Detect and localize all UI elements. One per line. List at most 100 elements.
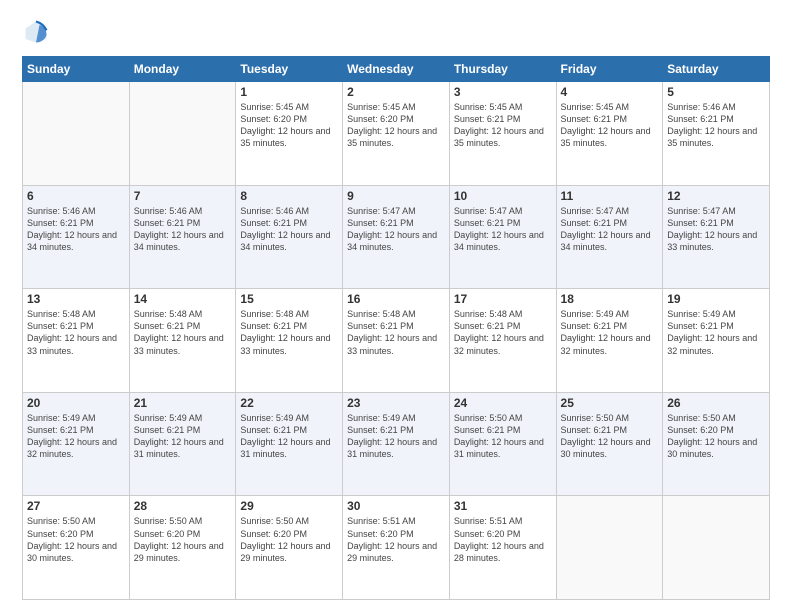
calendar-cell: 28Sunrise: 5:50 AM Sunset: 6:20 PM Dayli… — [129, 496, 236, 600]
calendar-cell — [129, 82, 236, 186]
calendar-cell: 12 Sunrise: 5:47 AM Sunset: 6:21 PM Dayli… — [663, 185, 770, 289]
day-info: Sunrise: 5:50 AM Sunset: 6:21 PM Dayligh… — [561, 412, 659, 461]
calendar-cell: 24 Sunrise: 5:50 AM Sunset: 6:21 PM Dayli… — [449, 392, 556, 496]
day-info: Sunrise: 5:50 AM Sunset: 6:20 PM Dayligh… — [27, 515, 125, 564]
calendar-dow-saturday: Saturday — [663, 57, 770, 82]
calendar-cell: 23 Sunrise: 5:49 AM Sunset: 6:21 PM Dayli… — [343, 392, 450, 496]
day-info: Sunrise: 5:47 AM Sunset: 6:21 PM Dayligh… — [454, 205, 552, 254]
calendar-cell: 26 Sunrise: 5:50 AM Sunset: 6:20 PM Dayli… — [663, 392, 770, 496]
day-number: 9 — [347, 189, 445, 203]
calendar-cell: 21 Sunrise: 5:49 AM Sunset: 6:21 PM Dayli… — [129, 392, 236, 496]
day-info: Sunrise: 5:49 AM Sunset: 6:21 PM Dayligh… — [240, 412, 338, 461]
day-info: Sunrise: 5:51 AM Sunset: 6:20 PM Dayligh… — [347, 515, 445, 564]
day-info: Sunrise: 5:45 AM Sunset: 6:21 PM Dayligh… — [561, 101, 659, 150]
day-info: Sunrise: 5:48 AM Sunset: 6:21 PM Dayligh… — [27, 308, 125, 357]
day-number: 30 — [347, 499, 445, 513]
calendar-cell: 11Sunrise: 5:47 AM Sunset: 6:21 PM Dayli… — [556, 185, 663, 289]
day-info: Sunrise: 5:45 AM Sunset: 6:20 PM Dayligh… — [240, 101, 338, 150]
day-number: 12 — [667, 189, 765, 203]
day-number: 26 — [667, 396, 765, 410]
day-number: 29 — [240, 499, 338, 513]
calendar-cell: 10 Sunrise: 5:47 AM Sunset: 6:21 PM Dayli… — [449, 185, 556, 289]
day-number: 10 — [454, 189, 552, 203]
calendar-dow-wednesday: Wednesday — [343, 57, 450, 82]
header — [22, 18, 770, 46]
day-info: Sunrise: 5:47 AM Sunset: 6:21 PM Dayligh… — [667, 205, 765, 254]
calendar-cell: 14 Sunrise: 5:48 AM Sunset: 6:21 PM Dayli… — [129, 289, 236, 393]
calendar-cell: 25 Sunrise: 5:50 AM Sunset: 6:21 PM Dayli… — [556, 392, 663, 496]
day-info: Sunrise: 5:49 AM Sunset: 6:21 PM Dayligh… — [347, 412, 445, 461]
general-blue-icon — [22, 18, 50, 46]
day-info: Sunrise: 5:49 AM Sunset: 6:21 PM Dayligh… — [667, 308, 765, 357]
calendar-cell: 30 Sunrise: 5:51 AM Sunset: 6:20 PM Dayli… — [343, 496, 450, 600]
day-info: Sunrise: 5:47 AM Sunset: 6:21 PM Dayligh… — [347, 205, 445, 254]
calendar-cell — [663, 496, 770, 600]
day-info: Sunrise: 5:50 AM Sunset: 6:20 PM Dayligh… — [667, 412, 765, 461]
day-info: Sunrise: 5:49 AM Sunset: 6:21 PM Dayligh… — [134, 412, 232, 461]
calendar-week-row: 6 Sunrise: 5:46 AM Sunset: 6:21 PM Daylig… — [23, 185, 770, 289]
day-info: Sunrise: 5:48 AM Sunset: 6:21 PM Dayligh… — [240, 308, 338, 357]
day-number: 17 — [454, 292, 552, 306]
day-number: 19 — [667, 292, 765, 306]
day-number: 8 — [240, 189, 338, 203]
day-number: 20 — [27, 396, 125, 410]
day-number: 4 — [561, 85, 659, 99]
calendar-header-row: SundayMondayTuesdayWednesdayThursdayFrid… — [23, 57, 770, 82]
day-info: Sunrise: 5:48 AM Sunset: 6:21 PM Dayligh… — [134, 308, 232, 357]
day-info: Sunrise: 5:48 AM Sunset: 6:21 PM Dayligh… — [347, 308, 445, 357]
calendar-cell: 13Sunrise: 5:48 AM Sunset: 6:21 PM Dayli… — [23, 289, 130, 393]
calendar-dow-thursday: Thursday — [449, 57, 556, 82]
day-info: Sunrise: 5:46 AM Sunset: 6:21 PM Dayligh… — [240, 205, 338, 254]
day-number: 22 — [240, 396, 338, 410]
calendar-cell: 4 Sunrise: 5:45 AM Sunset: 6:21 PM Daylig… — [556, 82, 663, 186]
day-number: 21 — [134, 396, 232, 410]
calendar-week-row: 27Sunrise: 5:50 AM Sunset: 6:20 PM Dayli… — [23, 496, 770, 600]
day-info: Sunrise: 5:50 AM Sunset: 6:21 PM Dayligh… — [454, 412, 552, 461]
logo — [22, 18, 54, 46]
calendar-cell — [23, 82, 130, 186]
calendar-table: SundayMondayTuesdayWednesdayThursdayFrid… — [22, 56, 770, 600]
day-number: 7 — [134, 189, 232, 203]
day-number: 23 — [347, 396, 445, 410]
day-info: Sunrise: 5:46 AM Sunset: 6:21 PM Dayligh… — [134, 205, 232, 254]
day-info: Sunrise: 5:46 AM Sunset: 6:21 PM Dayligh… — [667, 101, 765, 150]
day-info: Sunrise: 5:49 AM Sunset: 6:21 PM Dayligh… — [27, 412, 125, 461]
page: SundayMondayTuesdayWednesdayThursdayFrid… — [0, 0, 792, 612]
day-info: Sunrise: 5:45 AM Sunset: 6:20 PM Dayligh… — [347, 101, 445, 150]
day-number: 31 — [454, 499, 552, 513]
day-info: Sunrise: 5:45 AM Sunset: 6:21 PM Dayligh… — [454, 101, 552, 150]
calendar-cell: 27Sunrise: 5:50 AM Sunset: 6:20 PM Dayli… — [23, 496, 130, 600]
calendar-dow-monday: Monday — [129, 57, 236, 82]
day-info: Sunrise: 5:48 AM Sunset: 6:21 PM Dayligh… — [454, 308, 552, 357]
calendar-cell: 19 Sunrise: 5:49 AM Sunset: 6:21 PM Dayli… — [663, 289, 770, 393]
day-info: Sunrise: 5:51 AM Sunset: 6:20 PM Dayligh… — [454, 515, 552, 564]
day-number: 24 — [454, 396, 552, 410]
calendar-cell: 1 Sunrise: 5:45 AM Sunset: 6:20 PM Daylig… — [236, 82, 343, 186]
calendar-cell: 2Sunrise: 5:45 AM Sunset: 6:20 PM Daylig… — [343, 82, 450, 186]
calendar-dow-friday: Friday — [556, 57, 663, 82]
calendar-cell: 16 Sunrise: 5:48 AM Sunset: 6:21 PM Dayli… — [343, 289, 450, 393]
calendar-cell: 3 Sunrise: 5:45 AM Sunset: 6:21 PM Daylig… — [449, 82, 556, 186]
calendar-cell: 15Sunrise: 5:48 AM Sunset: 6:21 PM Dayli… — [236, 289, 343, 393]
calendar-cell: 29 Sunrise: 5:50 AM Sunset: 6:20 PM Dayli… — [236, 496, 343, 600]
day-number: 1 — [240, 85, 338, 99]
day-number: 5 — [667, 85, 765, 99]
day-info: Sunrise: 5:46 AM Sunset: 6:21 PM Dayligh… — [27, 205, 125, 254]
calendar-cell: 17 Sunrise: 5:48 AM Sunset: 6:21 PM Dayli… — [449, 289, 556, 393]
day-number: 6 — [27, 189, 125, 203]
calendar-cell: 7 Sunrise: 5:46 AM Sunset: 6:21 PM Daylig… — [129, 185, 236, 289]
calendar-cell: 31 Sunrise: 5:51 AM Sunset: 6:20 PM Dayli… — [449, 496, 556, 600]
day-number: 25 — [561, 396, 659, 410]
day-number: 16 — [347, 292, 445, 306]
calendar-week-row: 20 Sunrise: 5:49 AM Sunset: 6:21 PM Dayli… — [23, 392, 770, 496]
calendar-week-row: 13Sunrise: 5:48 AM Sunset: 6:21 PM Dayli… — [23, 289, 770, 393]
calendar-dow-tuesday: Tuesday — [236, 57, 343, 82]
day-number: 14 — [134, 292, 232, 306]
day-number: 3 — [454, 85, 552, 99]
calendar-cell: 5 Sunrise: 5:46 AM Sunset: 6:21 PM Daylig… — [663, 82, 770, 186]
calendar-cell: 20 Sunrise: 5:49 AM Sunset: 6:21 PM Dayli… — [23, 392, 130, 496]
day-info: Sunrise: 5:49 AM Sunset: 6:21 PM Dayligh… — [561, 308, 659, 357]
calendar-week-row: 1 Sunrise: 5:45 AM Sunset: 6:20 PM Daylig… — [23, 82, 770, 186]
calendar-cell: 22 Sunrise: 5:49 AM Sunset: 6:21 PM Dayli… — [236, 392, 343, 496]
day-info: Sunrise: 5:50 AM Sunset: 6:20 PM Dayligh… — [240, 515, 338, 564]
